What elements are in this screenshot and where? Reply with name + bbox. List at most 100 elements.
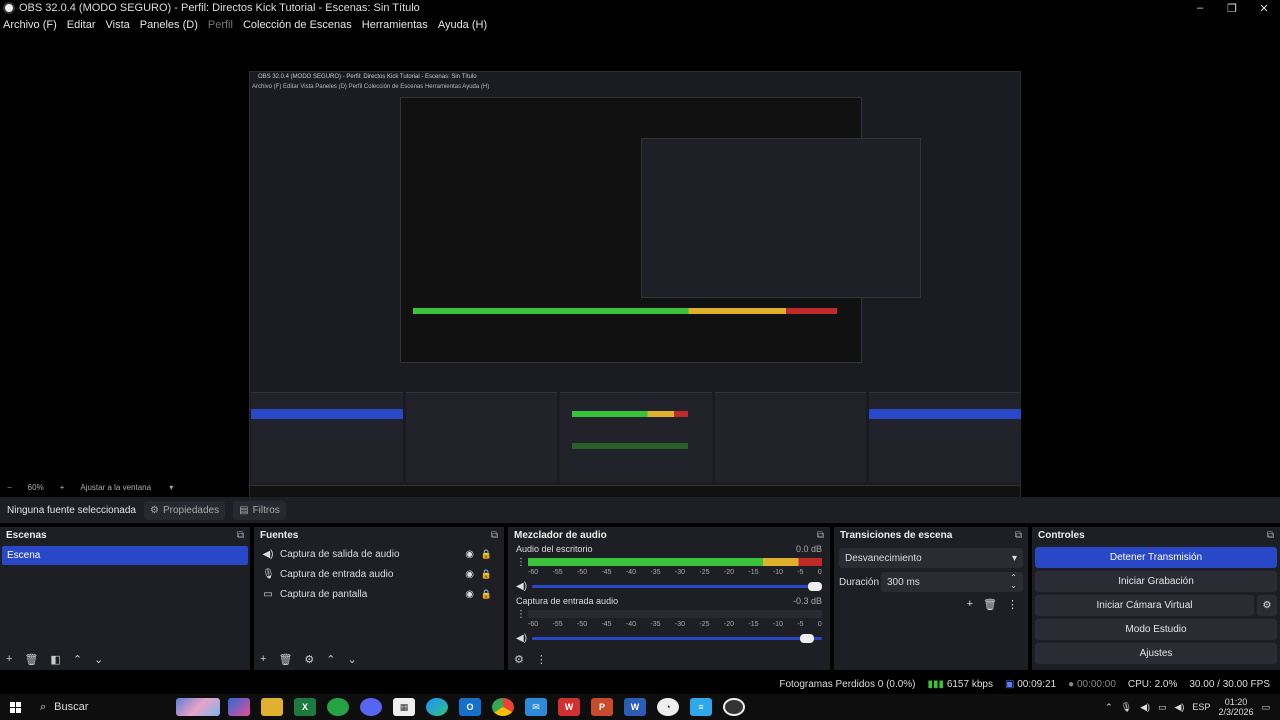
window-titlebar: OBS 32.0.4 (MODO SEGURO) - Perfil: Direc… [0,0,1280,16]
mixer-menu-icon[interactable]: ⋮ [536,653,547,666]
maximize-button[interactable]: ❐ [1216,0,1248,16]
menu-coleccion-escenas[interactable]: Colección de Escenas [243,19,352,31]
source-item[interactable]: ◀) Captura de salida de audio ◉ 🔒 [254,544,504,564]
lock-icon[interactable]: 🔒 [481,569,492,580]
nested-dock-sources [405,392,558,482]
wps-icon[interactable]: W [558,698,580,716]
start-button[interactable] [0,701,30,713]
visibility-eye-icon[interactable]: ◉ [465,589,474,600]
copilot-icon[interactable] [228,698,250,716]
virtualcam-row: Iniciar Cámara Virtual ⚙ [1035,595,1277,616]
add-source-button[interactable]: + [260,653,266,665]
source-properties-button[interactable]: ⚙ [304,653,314,666]
start-virtualcam-button[interactable]: Iniciar Cámara Virtual [1035,595,1254,616]
volume-meter [528,558,822,566]
volume-slider[interactable] [532,581,822,591]
move-up-button[interactable]: ⌃ [326,653,335,666]
properties-button[interactable]: ⚙ Propiedades [143,500,226,520]
zoom-in-button[interactable]: + [60,483,65,492]
menu-editar[interactable]: Editar [67,19,96,31]
lock-icon[interactable]: 🔒 [481,549,492,560]
whatsapp-icon[interactable] [327,698,349,716]
notification-icon[interactable]: ▭ [1261,702,1270,713]
close-button[interactable]: ✕ [1248,0,1280,16]
menu-perfil[interactable]: Perfil [208,19,233,31]
add-transition-button[interactable]: + [967,598,973,611]
mixer-settings-icon[interactable]: ⚙ [514,653,524,666]
mute-speaker-icon[interactable]: ◀) [516,581,527,592]
mail-icon[interactable]: ✉ [525,698,547,716]
dock-menu-icon[interactable]: ⧉ [817,530,824,541]
mic-tray-icon[interactable]: 🎙 [1121,702,1132,713]
slider-knob[interactable] [808,581,822,591]
move-down-button[interactable]: ⌄ [94,653,103,666]
tray-overflow-icon[interactable]: ⌃ [1105,702,1113,713]
notes-app-icon[interactable]: ≡ [690,698,712,716]
fit-window-dropdown[interactable]: Ajustar a la ventana ▾ [80,483,173,492]
start-recording-button[interactable]: Iniciar Grabación [1035,571,1277,592]
channel-menu-icon[interactable]: ⋮ [516,557,526,568]
clock-app-icon[interactable]: ◔ [657,698,679,716]
visibility-eye-icon[interactable]: ◉ [465,569,474,580]
visibility-eye-icon[interactable]: ◉ [465,549,474,560]
menu-vista[interactable]: Vista [106,19,130,31]
dock-menu-icon[interactable]: ⧉ [1267,530,1274,541]
discord-icon[interactable] [360,698,382,716]
excel-icon[interactable]: X [294,698,316,716]
add-scene-button[interactable]: + [6,653,12,665]
menu-herramientas[interactable]: Herramientas [362,19,428,31]
menu-paneles[interactable]: Paneles (D) [140,19,198,31]
source-item[interactable]: ▭ Captura de pantalla ◉ 🔒 [254,584,504,604]
obs-taskbar-icon[interactable] [723,698,745,716]
taskbar-search[interactable]: ⌕ Buscar [30,694,220,720]
scene-filter-button[interactable]: ◧ [50,653,60,666]
preview-area[interactable]: OBS 32.0.4 (MODO SEGURO) - Perfil: Direc… [0,33,1280,508]
move-up-button[interactable]: ⌃ [73,653,82,666]
menu-archivo[interactable]: Archivo (F) [3,19,57,31]
dock-menu-icon[interactable]: ⧉ [237,530,244,541]
transition-select[interactable]: Desvanecimiento ▾ [839,548,1023,568]
remove-transition-button[interactable]: 🗑 [983,598,997,611]
source-label: Captura de entrada audio [280,568,394,580]
move-down-button[interactable]: ⌄ [348,653,357,666]
channel-menu-icon[interactable]: ⋮ [516,609,526,620]
nested-dock-mixer [560,392,712,482]
taskbar-clock[interactable]: 01:20 2/3/2026 [1218,697,1253,717]
virtualcam-settings-gear-icon[interactable]: ⚙ [1257,595,1277,616]
network-icon[interactable]: ▭ [1158,702,1167,713]
word-icon[interactable]: W [624,698,646,716]
edge-icon[interactable] [426,698,448,716]
spin-arrows-icon[interactable]: ⌃ ⌄ [1010,574,1017,590]
minimize-button[interactable]: – [1184,0,1216,16]
speaker-tray-icon[interactable]: ◀) [1140,702,1150,713]
tick-label: -55 [552,569,563,576]
tick-label: -30 [674,569,686,576]
source-item[interactable]: 🎙 Captura de entrada audio ◉ 🔒 [254,564,504,584]
transition-menu-icon[interactable]: ⋮ [1007,598,1018,611]
menu-ayuda[interactable]: Ayuda (H) [438,19,487,31]
scene-item[interactable]: Escena [2,546,248,565]
lock-icon[interactable]: 🔒 [481,589,492,600]
volume-tray-icon[interactable]: ◀) [1175,702,1185,713]
remove-scene-button[interactable]: 🗑 [24,653,38,666]
filters-button[interactable]: ▤ Filtros [233,500,286,520]
remove-source-button[interactable]: 🗑 [278,653,292,666]
preview-canvas[interactable]: OBS 32.0.4 (MODO SEGURO) - Perfil: Direc… [249,71,1021,508]
stop-stream-button[interactable]: Detener Transmisión [1035,547,1277,568]
language-indicator[interactable]: ESP [1192,702,1210,712]
chrome-icon[interactable] [492,698,514,716]
settings-button[interactable]: Ajustes [1035,643,1277,664]
powerpoint-icon[interactable]: P [591,698,613,716]
zoom-value: 60% [27,483,44,492]
duration-spinbox[interactable]: 300 ms ⌃ ⌄ [881,572,1023,592]
mute-speaker-icon[interactable]: ◀) [516,633,527,644]
volume-slider[interactable] [532,633,822,643]
zoom-out-button[interactable]: − [7,483,12,492]
studio-mode-button[interactable]: Modo Estudio [1035,619,1277,640]
dock-menu-icon[interactable]: ⧉ [491,530,498,541]
slider-knob[interactable] [800,633,814,643]
store-icon[interactable]: ▦ [393,698,415,716]
outlook-icon[interactable]: O [459,698,481,716]
dock-menu-icon[interactable]: ⧉ [1015,530,1022,541]
file-explorer-icon[interactable] [261,698,283,716]
